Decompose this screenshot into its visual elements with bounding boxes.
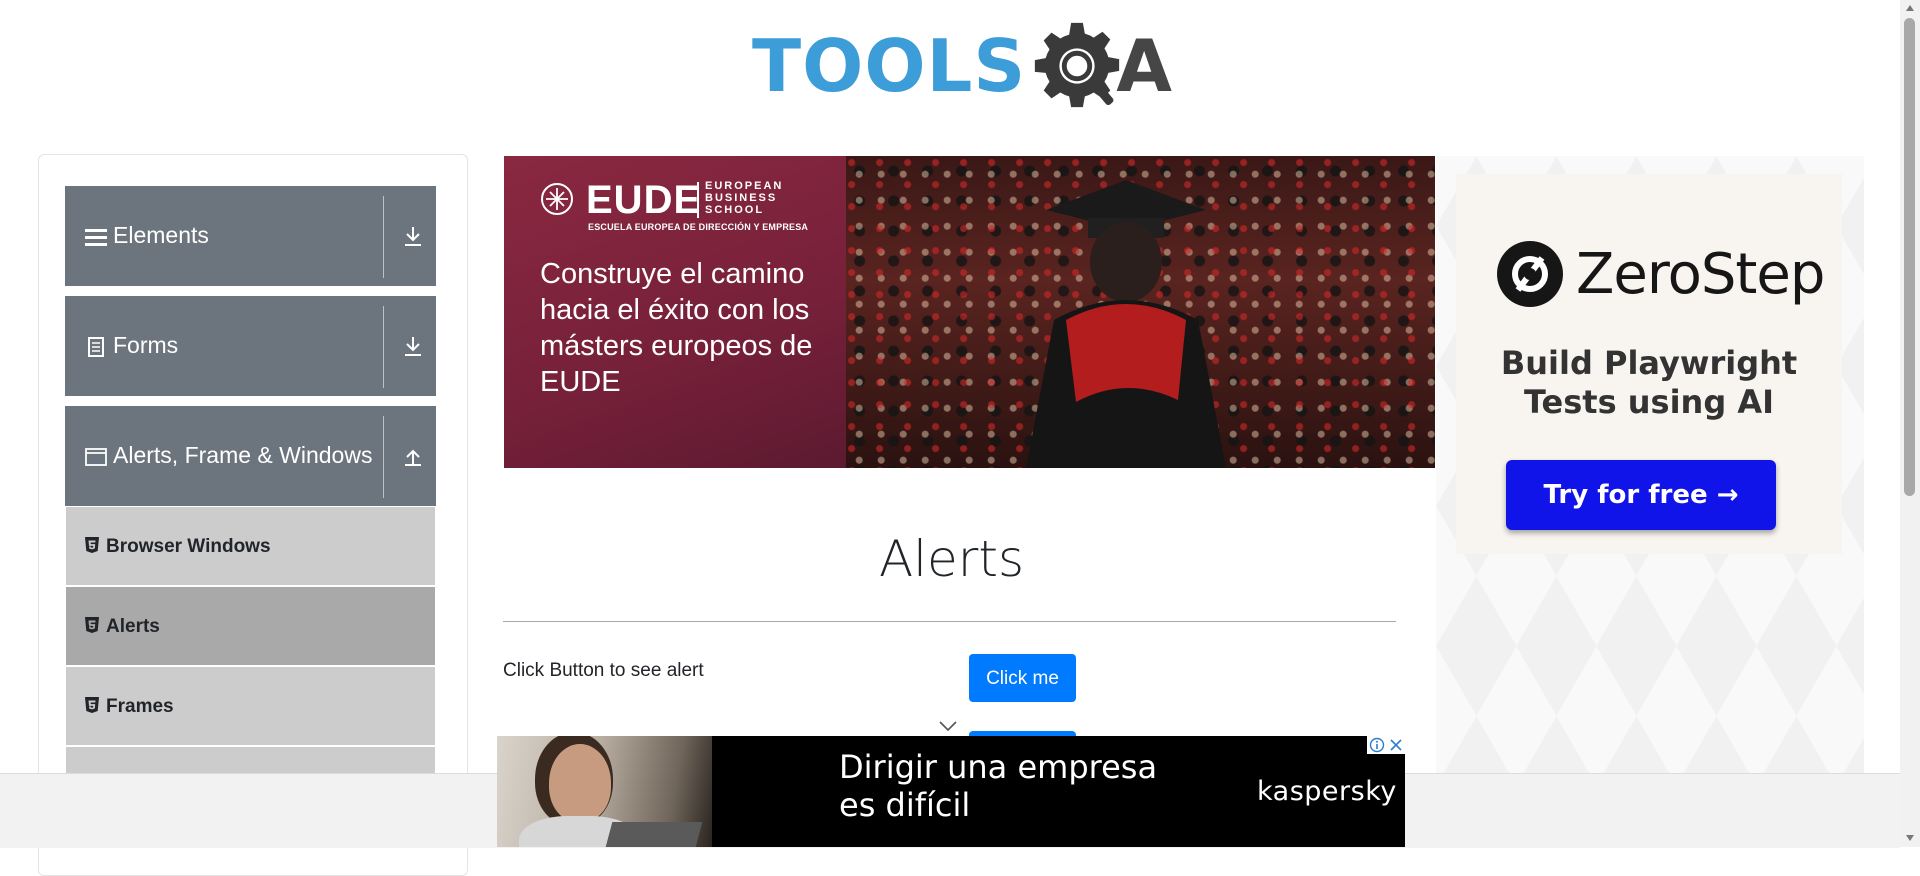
hamburger-icon	[85, 229, 107, 246]
ad-photo	[497, 736, 712, 847]
html5-shield-icon	[85, 537, 99, 553]
chevron-down-icon[interactable]	[938, 720, 958, 732]
ad-choices	[1367, 736, 1405, 754]
eude-brand: EUDE	[586, 178, 702, 222]
sidebar-group-forms[interactable]: Forms	[65, 296, 436, 396]
html5-shield-icon	[85, 617, 99, 633]
info-icon[interactable]	[1369, 737, 1385, 753]
download-arrow-icon[interactable]	[401, 224, 425, 248]
divider	[697, 182, 699, 218]
eude-tagline: EUROPEAN BUSINESS SCHOOL	[705, 180, 784, 216]
sidebar-item-label: Frames	[106, 696, 174, 717]
kaspersky-brand: kaspersky	[1257, 776, 1397, 807]
graduate-figure	[1026, 180, 1226, 468]
sidebar-group-label: Elements	[113, 222, 209, 248]
ad-headline: Construye el camino hacia el éxito con l…	[540, 258, 813, 398]
scroll-thumb[interactable]	[1904, 18, 1915, 496]
eude-emblem-icon	[541, 183, 573, 215]
divider	[383, 196, 384, 278]
kaspersky-headline: Dirigir una empresa es difícil	[839, 748, 1158, 824]
graduation-photo	[846, 156, 1435, 468]
sidebar-item-browser-windows[interactable]: Browser Windows	[66, 507, 435, 587]
sidebar-item-label: Browser Windows	[106, 536, 271, 557]
scroll-up-arrow-icon[interactable]	[1905, 4, 1915, 12]
zerostep-logo-icon	[1497, 241, 1563, 307]
try-for-free-button[interactable]: Try for free →	[1506, 460, 1776, 530]
laptop	[601, 822, 703, 847]
eude-ad-banner[interactable]: EUDE EUROPEAN BUSINESS SCHOOL ESCUELA EU…	[504, 156, 1435, 468]
download-arrow-icon[interactable]	[401, 334, 425, 358]
sidebar-group-elements[interactable]: Elements	[65, 186, 436, 286]
divider	[383, 306, 384, 388]
zerostep-brand: ZeroStep	[1576, 242, 1825, 307]
eude-subtitle: ESCUELA EUROPEA DE DIRECCIÓN Y EMPRESA	[588, 222, 809, 232]
sidebar-group-label: Alerts, Frame & Windows	[113, 442, 373, 468]
divider	[383, 416, 384, 498]
sidebar-group-alerts-frame-windows[interactable]: Alerts, Frame & Windows	[65, 406, 436, 506]
ad-left-panel: EUDE EUROPEAN BUSINESS SCHOOL ESCUELA EU…	[504, 156, 846, 468]
sidebar: Elements Forms Alerts, Frame & Windows B…	[38, 154, 468, 876]
woman-figure	[549, 744, 611, 822]
logo-a-text: A	[1116, 24, 1172, 108]
toolsqa-logo[interactable]: TOOLS A	[752, 18, 1172, 114]
gear-magnifier-icon	[1035, 22, 1120, 108]
alert-row-label: Click Button to see alert	[503, 660, 704, 681]
page-title: Alerts	[878, 530, 1025, 588]
zerostep-ad[interactable]: ZeroStep Build Playwright Tests using AI…	[1436, 156, 1864, 776]
logo-tools-text: TOOLS	[752, 24, 1027, 108]
window-icon	[85, 448, 107, 466]
upload-arrow-icon[interactable]	[401, 444, 425, 468]
sidebar-item-frames[interactable]: Frames	[66, 667, 435, 747]
sidebar-group-label: Forms	[113, 332, 179, 358]
kaspersky-ad[interactable]: Dirigir una empresa es difícil kaspersky	[497, 736, 1405, 847]
document-icon	[88, 337, 104, 357]
scroll-down-arrow-icon[interactable]	[1905, 834, 1915, 842]
sidebar-item-label: Alerts	[106, 616, 160, 637]
sidebar-item-alerts[interactable]: Alerts	[66, 587, 435, 667]
zerostep-card: ZeroStep Build Playwright Tests using AI…	[1456, 174, 1842, 554]
alert-button[interactable]: Click me	[969, 654, 1076, 702]
close-icon[interactable]	[1388, 737, 1404, 753]
title-divider	[503, 621, 1396, 622]
vertical-scrollbar[interactable]	[1900, 0, 1920, 847]
html5-shield-icon	[85, 697, 99, 713]
zerostep-tagline: Build Playwright Tests using AI	[1500, 344, 1798, 421]
